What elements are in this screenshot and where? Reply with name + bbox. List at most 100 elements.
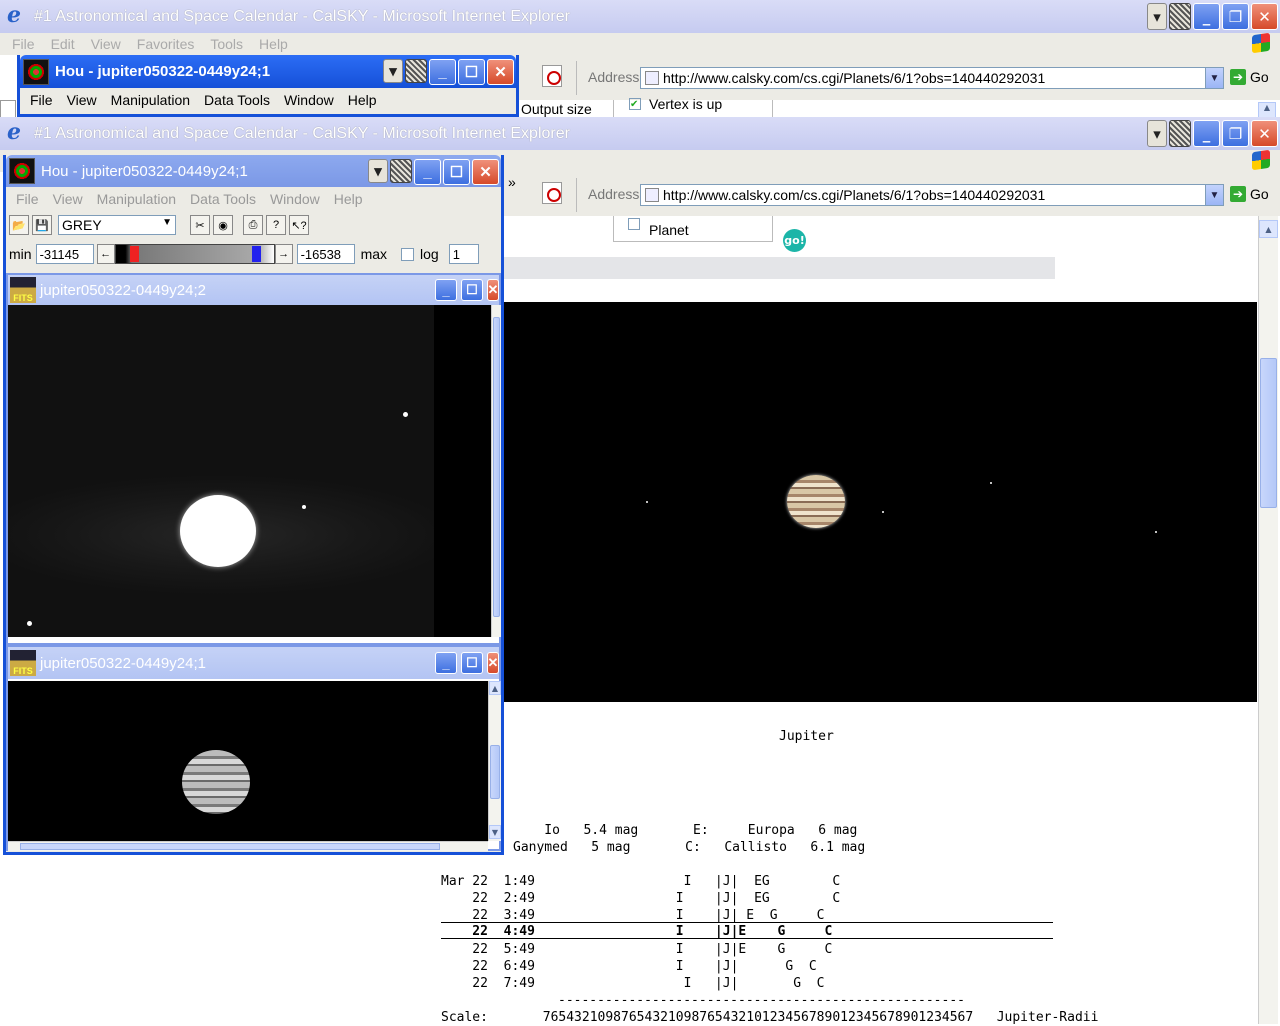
menu-view[interactable]: View (91, 36, 121, 52)
print-icon[interactable]: ⎙ (243, 215, 263, 235)
moons-line-2: Ganymed 5 mag C: Callisto 6.1 mag (513, 840, 866, 855)
scroll-up-button[interactable]: ▲ (1258, 102, 1276, 118)
planet-checkbox[interactable] (628, 218, 640, 230)
hou-back-menubar: File View Manipulation Data Tools Window… (20, 88, 516, 112)
maximize-button[interactable]: ☐ (461, 279, 483, 301)
minimize-button[interactable]: _ (414, 159, 441, 185)
go-submit-button[interactable]: go! (783, 229, 806, 252)
scroll-thumb[interactable] (493, 317, 500, 617)
menu-help[interactable]: Help (348, 92, 377, 108)
maximize-button[interactable]: ☐ (461, 652, 483, 674)
grid-icon[interactable] (1169, 3, 1191, 30)
scroll-down-button[interactable]: ▼ (489, 825, 501, 839)
window-menu-button[interactable]: ▾ (368, 159, 388, 183)
close-button[interactable]: ✕ (487, 652, 499, 674)
hou-back-title: Hou - jupiter050322-0449y24;1 (55, 63, 271, 80)
pdf-icon[interactable] (542, 65, 562, 87)
menu-manipulation[interactable]: Manipulation (97, 191, 176, 207)
hou-scale-bar: min -31145 ← → -16538 max log 1 (6, 239, 501, 269)
vertex-label: Vertex is up (649, 96, 723, 112)
grid-icon[interactable] (390, 159, 412, 183)
address-dropdown-button[interactable]: ▼ (1205, 185, 1223, 205)
minimize-button[interactable]: _ (1193, 3, 1220, 30)
menu-file[interactable]: File (16, 191, 39, 207)
min-handle[interactable] (129, 246, 139, 262)
address-input[interactable]: http://www.calsky.com/cs.cgi/Planets/6/1… (640, 67, 1224, 89)
go-button[interactable]: ➔ Go (1230, 69, 1269, 85)
maximize-button[interactable]: ❐ (1222, 120, 1249, 147)
scroll-up-button[interactable]: ▲ (489, 681, 501, 695)
close-button[interactable]: ✕ (487, 279, 499, 301)
colormap-select[interactable]: GREY ▼ (58, 215, 176, 235)
max-handle[interactable] (251, 246, 261, 262)
menu-data-tools[interactable]: Data Tools (190, 191, 256, 207)
target-tool-icon[interactable]: ◉ (213, 215, 233, 235)
image-window-1-hscroll[interactable] (8, 841, 488, 851)
menu-manipulation[interactable]: Manipulation (111, 92, 190, 108)
window-menu-button[interactable]: ▾ (383, 59, 403, 83)
open-folder-icon[interactable]: 📂 (9, 215, 29, 235)
page-scrollbar[interactable]: ▲ (1258, 216, 1278, 1024)
menu-file[interactable]: File (30, 92, 53, 108)
menu-file[interactable]: File (12, 36, 35, 52)
vertex-checkbox[interactable]: ✔ (629, 98, 641, 110)
ie-icon (4, 2, 26, 28)
scroll-thumb[interactable] (1260, 358, 1277, 508)
scroll-thumb[interactable] (490, 745, 500, 799)
log-checkbox[interactable] (401, 247, 415, 261)
window-menu-button[interactable]: ▾ (1147, 120, 1167, 147)
menu-tools[interactable]: Tools (210, 36, 243, 52)
scroll-thumb[interactable] (20, 843, 440, 850)
menu-view[interactable]: View (67, 92, 97, 108)
close-button[interactable]: ✕ (487, 59, 514, 85)
fits-image-jupiter (8, 681, 488, 841)
minimize-button[interactable]: _ (1193, 120, 1220, 147)
go-button[interactable]: ➔ Go (1230, 186, 1269, 202)
help-icon[interactable]: ? (266, 215, 286, 235)
menu-edit[interactable]: Edit (51, 36, 75, 52)
maximize-button[interactable]: ☐ (443, 159, 470, 185)
max-input[interactable]: -16538 (296, 244, 355, 264)
image-window-1-scrollbar[interactable]: ▲ ▼ (488, 681, 501, 841)
minimize-button[interactable]: _ (429, 59, 456, 85)
menu-data-tools[interactable]: Data Tools (204, 92, 270, 108)
moon-dot (882, 511, 884, 513)
toolbar-chevron[interactable]: » (508, 174, 516, 190)
jupiter-label: Jupiter (779, 729, 834, 744)
pdf-icon[interactable] (542, 182, 562, 204)
window-menu-button[interactable]: ▾ (1147, 3, 1167, 30)
context-help-icon[interactable]: ↖? (289, 215, 309, 235)
close-button[interactable]: ✕ (472, 159, 499, 185)
min-input[interactable]: -31145 (35, 244, 94, 264)
menu-favorites[interactable]: Favorites (137, 36, 195, 52)
moon-dot (1155, 531, 1157, 533)
moons-line-1: Io 5.4 mag E: Europa 6 mag (513, 823, 858, 838)
menu-view[interactable]: View (53, 191, 83, 207)
maximize-button[interactable]: ☐ (458, 59, 485, 85)
menu-window[interactable]: Window (270, 191, 320, 207)
menu-help[interactable]: Help (259, 36, 288, 52)
save-icon[interactable]: 💾 (32, 215, 52, 235)
scroll-up-button[interactable]: ▲ (1259, 220, 1278, 238)
menu-help[interactable]: Help (334, 191, 363, 207)
hou-front-menubar: File View Manipulation Data Tools Window… (6, 187, 501, 211)
crop-tool-icon[interactable]: ✂ (190, 215, 210, 235)
image-window-2-scrollbar[interactable] (491, 305, 501, 637)
minimize-button[interactable]: _ (435, 652, 457, 674)
address-input[interactable]: http://www.calsky.com/cs.cgi/Planets/6/1… (640, 184, 1224, 206)
grid-icon[interactable] (1169, 120, 1191, 147)
maximize-button[interactable]: ❐ (1222, 3, 1249, 30)
log-value-input[interactable]: 1 (448, 244, 479, 264)
jupiter-planet-grey (182, 750, 250, 814)
arrow-right-icon[interactable]: → (274, 244, 293, 264)
scale-line: Scale: 765432109876543210987654321012345… (441, 1010, 1099, 1025)
minimize-button[interactable]: _ (435, 279, 457, 301)
close-button[interactable]: ✕ (1251, 3, 1278, 30)
close-button[interactable]: ✕ (1251, 120, 1278, 147)
menu-window[interactable]: Window (284, 92, 334, 108)
arrow-left-icon[interactable]: ← (96, 244, 115, 264)
hou-front-titlebar: Hou - jupiter050322-0449y24;1 ▾ _ ☐ ✕ (6, 155, 501, 187)
address-dropdown-button[interactable]: ▼ (1205, 68, 1223, 88)
colormap-slider[interactable] (114, 244, 275, 264)
grid-icon[interactable] (405, 59, 427, 83)
